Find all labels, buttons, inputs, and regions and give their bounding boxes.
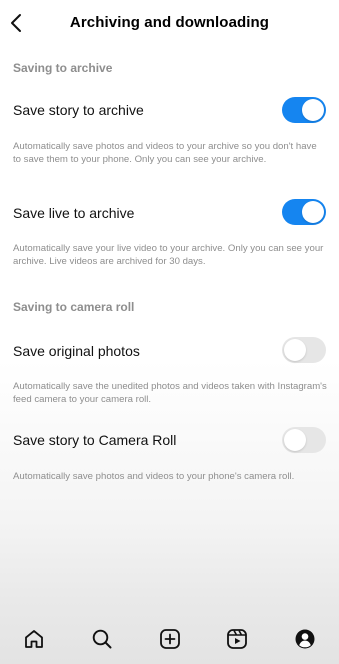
create-icon [160,629,180,649]
app-screen: Archiving and downloading Saving to arch… [0,0,339,664]
bottom-nav [0,618,339,664]
save-story-to-camera-roll-label: Save story to Camera Roll [13,432,177,448]
save-story-to-archive-toggle[interactable] [282,97,326,123]
save-original-photos-description: Automatically save the unedited photos a… [13,381,327,405]
section-header-archive: Saving to archive [13,61,113,75]
save-live-to-archive-description: Automatically save your live video to yo… [13,243,324,267]
nav-reels-button[interactable] [222,624,252,654]
section-header-camera-roll: Saving to camera roll [13,300,135,314]
home-icon [25,630,43,648]
nav-home-button[interactable] [19,624,49,654]
toggle-knob [302,201,324,223]
save-live-to-archive-label: Save live to archive [13,205,135,221]
profile-icon [295,629,315,649]
toggle-knob [302,99,324,121]
save-story-to-archive-description: Automatically save photos and videos to … [13,141,317,165]
search-icon [92,629,112,649]
page-title: Archiving and downloading [69,14,270,31]
toggle-knob [284,339,306,361]
save-live-to-archive-toggle[interactable] [282,199,326,225]
save-story-to-archive-label: Save story to archive [13,102,144,118]
top-bar: Archiving and downloading [0,0,339,46]
save-original-photos-toggle[interactable] [282,337,326,363]
save-original-photos-label: Save original photos [13,343,140,359]
save-story-to-camera-roll-description: Automatically save photos and videos to … [13,471,295,482]
save-story-to-camera-roll-toggle[interactable] [282,427,326,453]
reels-icon [227,629,247,649]
nav-create-button[interactable] [155,624,185,654]
toggle-knob [284,429,306,451]
nav-profile-button[interactable] [290,624,320,654]
nav-search-button[interactable] [87,624,117,654]
